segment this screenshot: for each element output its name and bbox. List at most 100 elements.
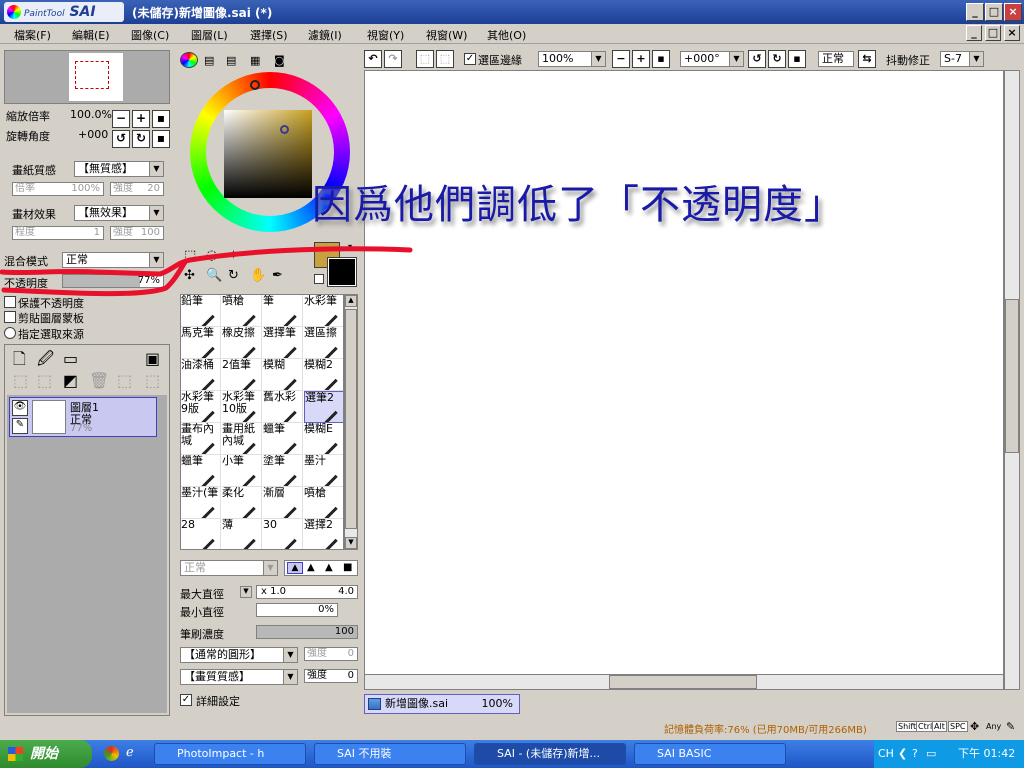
scroll-up-icon[interactable]: ▲ bbox=[345, 295, 357, 307]
brush-tool-4-3[interactable]: 模糊E bbox=[304, 423, 343, 455]
invert-selection-button[interactable]: ⬚ bbox=[436, 50, 454, 68]
detail-settings-checkbox[interactable]: ✓ bbox=[180, 694, 192, 706]
zoom-value[interactable]: 100.0% bbox=[70, 108, 112, 121]
brush-tool-0-2[interactable]: 筆 bbox=[263, 295, 303, 327]
new-folder-icon[interactable]: ▭ bbox=[63, 351, 78, 367]
brush-tool-0-1[interactable]: 噴槍 bbox=[222, 295, 262, 327]
canvas-horizontal-scrollbar[interactable] bbox=[364, 674, 1004, 690]
scratchpad-tab-icon[interactable]: ◙ bbox=[274, 54, 285, 67]
selection-source-radio[interactable] bbox=[4, 327, 16, 339]
hsv-slider-tab-icon[interactable]: ▤ bbox=[226, 54, 236, 67]
effect-select[interactable]: 【無效果】 ▼ bbox=[74, 205, 164, 221]
brush-tool-6-2[interactable]: 漸層 bbox=[263, 487, 303, 519]
angle-value[interactable]: +000 bbox=[78, 128, 108, 141]
menu-file[interactable]: 檔案(F) bbox=[14, 27, 51, 43]
help-icon[interactable]: ? bbox=[912, 740, 918, 768]
rotate-right-button[interactable]: ↻ bbox=[132, 130, 150, 148]
zoom-tool-icon[interactable]: 🔍 bbox=[206, 268, 222, 283]
navigator-viewport-box[interactable] bbox=[75, 61, 109, 89]
zoom-in-button[interactable]: + bbox=[132, 110, 150, 128]
texture-strength-slider[interactable]: 強度 0 bbox=[304, 669, 358, 683]
hard-edge-icon[interactable]: ▲ bbox=[287, 562, 303, 574]
doc-close-button[interactable]: × bbox=[1004, 25, 1020, 41]
saturation-value-square[interactable] bbox=[224, 110, 312, 198]
delete-mask-icon[interactable]: ⬚ bbox=[145, 373, 160, 389]
brush-shape-select[interactable]: 【通常的圓形】 ▼ bbox=[180, 647, 298, 663]
rotate-tool-icon[interactable]: ↻ bbox=[228, 268, 239, 283]
minimize-button[interactable]: _ bbox=[966, 3, 984, 21]
menu-select[interactable]: 選擇(S) bbox=[250, 27, 288, 43]
swap-colors-icon[interactable]: ▾ bbox=[348, 242, 352, 251]
brush-tool-1-1[interactable]: 橡皮擦 bbox=[222, 327, 262, 359]
menu-edit[interactable]: 編輯(E) bbox=[72, 27, 110, 43]
effect-level-slider[interactable]: 程度 1 bbox=[12, 226, 104, 240]
mask-icon[interactable]: ▣ bbox=[145, 351, 160, 367]
brush-tool-0-0[interactable]: 鉛筆 bbox=[181, 295, 221, 327]
brush-tool-3-3[interactable]: 選筆2 bbox=[304, 391, 343, 423]
brush-tool-2-1[interactable]: 2值筆 bbox=[222, 359, 262, 391]
sv-picker-handle[interactable] bbox=[280, 125, 289, 134]
paper-scale-slider[interactable]: 倍率 100% bbox=[12, 182, 104, 196]
square-edge-icon[interactable]: ■ bbox=[343, 562, 352, 573]
brush-tool-6-3[interactable]: 噴槍 bbox=[304, 487, 343, 519]
menu-filter[interactable]: 濾鏡(I) bbox=[308, 27, 342, 43]
brush-tool-2-0[interactable]: 油漆桶 bbox=[181, 359, 221, 391]
brush-tool-7-1[interactable]: 薄 bbox=[222, 519, 262, 549]
tray-arrow-icon[interactable]: ❮ bbox=[898, 740, 907, 768]
brush-icon[interactable]: ✎ bbox=[12, 418, 28, 434]
menu-layer[interactable]: 圖層(L) bbox=[191, 27, 228, 43]
brush-texture-select[interactable]: 【畫質質感】 ▼ bbox=[180, 669, 298, 685]
soft-edge-icon[interactable]: ▲ bbox=[307, 562, 315, 573]
task-photoimpact[interactable]: PhotoImpact - h bbox=[154, 743, 306, 765]
brush-scrollbar[interactable]: ▲ ▼ bbox=[344, 294, 358, 550]
flip-horizontal-button[interactable]: ⇆ bbox=[858, 50, 876, 68]
scroll-thumb[interactable] bbox=[1005, 299, 1019, 453]
brush-tool-5-3[interactable]: 墨汁 bbox=[304, 455, 343, 487]
zoom-out-button[interactable]: − bbox=[612, 50, 630, 68]
max-size-dropdown-icon[interactable]: ▼ bbox=[240, 586, 252, 598]
transfer-down-icon[interactable]: ⬚ bbox=[13, 373, 28, 389]
brush-tool-7-3[interactable]: 選擇2 bbox=[304, 519, 343, 549]
swatch-tab-icon[interactable]: ▦ bbox=[250, 54, 260, 67]
chrome-icon[interactable] bbox=[104, 746, 119, 761]
opacity-slider[interactable]: 77% bbox=[62, 274, 164, 288]
language-indicator[interactable]: CH bbox=[878, 740, 894, 768]
stabilizer-select[interactable]: S-7 ▼ bbox=[940, 51, 984, 67]
selection-edge-checkbox[interactable]: ✓ bbox=[464, 53, 476, 65]
rect-select-icon[interactable]: ⬚ bbox=[184, 248, 196, 263]
apply-mask-icon[interactable]: ⬚ bbox=[117, 373, 132, 389]
brush-tool-6-1[interactable]: 柔化 bbox=[222, 487, 262, 519]
brush-tool-3-0[interactable]: 水彩筆9版 bbox=[181, 391, 221, 423]
transparent-color-icon[interactable] bbox=[314, 274, 324, 284]
brush-tool-7-2[interactable]: 30 bbox=[263, 519, 303, 549]
layer-row[interactable]: 👁 ✎ 圖層1 正常 77% bbox=[9, 397, 157, 437]
rotate-reset-button[interactable]: ▪ bbox=[152, 130, 170, 148]
brush-tool-5-0[interactable]: 蠟筆 bbox=[181, 455, 221, 487]
max-size-slider[interactable]: x 1.0 4.0 bbox=[256, 585, 358, 599]
merge-down-icon[interactable]: ⬚ bbox=[37, 373, 52, 389]
density-slider[interactable]: 100 bbox=[256, 625, 358, 639]
network-icon[interactable]: ▭ bbox=[926, 740, 936, 768]
start-button[interactable]: 開始 bbox=[0, 740, 92, 768]
menu-window[interactable]: 視窗(W) bbox=[426, 27, 467, 43]
new-layer-icon[interactable]: 🗋 bbox=[13, 351, 26, 367]
hand-tool-icon[interactable]: ✋ bbox=[250, 268, 266, 283]
eyedropper-icon[interactable]: ✒ bbox=[272, 268, 283, 283]
task-sai-folder[interactable]: SAI 不用裝 bbox=[314, 743, 466, 765]
menu-image[interactable]: 圖像(C) bbox=[131, 27, 169, 43]
brush-tool-3-1[interactable]: 水彩筆10版 bbox=[222, 391, 262, 423]
brush-tool-1-2[interactable]: 選擇筆 bbox=[263, 327, 303, 359]
move-icon[interactable]: ✣ bbox=[184, 268, 195, 283]
view-mode-button[interactable]: 正常 bbox=[818, 51, 854, 67]
menu-view[interactable]: 視窗(Y) bbox=[367, 27, 404, 43]
zoom-out-button[interactable]: − bbox=[112, 110, 130, 128]
min-size-slider[interactable]: 0% bbox=[256, 603, 338, 617]
brush-tool-7-0[interactable]: 28 bbox=[181, 519, 221, 549]
eye-icon[interactable]: 👁 bbox=[12, 400, 28, 416]
new-linework-layer-icon[interactable]: 🖉 bbox=[37, 351, 54, 367]
color-wheel-tab-icon[interactable] bbox=[180, 52, 198, 68]
brush-mode-select[interactable]: 正常 ▼ bbox=[180, 560, 278, 576]
blend-mode-select[interactable]: 正常 ▼ bbox=[62, 252, 164, 268]
brush-tool-0-3[interactable]: 水彩筆 bbox=[304, 295, 343, 327]
brush-tool-4-0[interactable]: 畫布內堿 bbox=[181, 423, 221, 455]
